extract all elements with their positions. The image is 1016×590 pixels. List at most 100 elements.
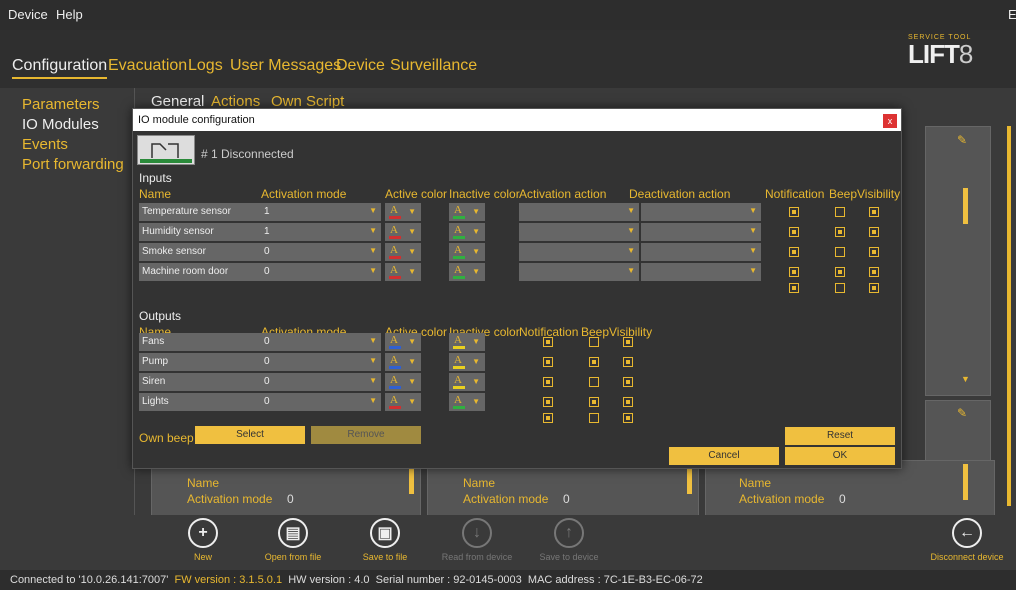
notif-checkbox[interactable] — [789, 267, 799, 277]
output-mode-select[interactable]: 0 ▼ — [261, 373, 381, 391]
output-mode-select[interactable]: 0 ▼ — [261, 333, 381, 351]
output-name-field[interactable]: Pump — [139, 353, 261, 371]
save-to-device-button[interactable]: ↑ Save to device — [524, 518, 614, 562]
beep-checkbox[interactable] — [589, 337, 599, 347]
read-from-device-button[interactable]: ↓ Read from device — [432, 518, 522, 562]
left-item-events[interactable]: Events — [22, 136, 68, 153]
vis-checkbox[interactable] — [869, 247, 879, 257]
activation-action-select[interactable]: ▼ — [519, 263, 639, 281]
active-color-picker[interactable]: A ▼ — [385, 353, 421, 371]
reset-button[interactable]: Reset — [785, 427, 895, 445]
beep-checkbox[interactable] — [589, 413, 599, 423]
left-item-parameters[interactable]: Parameters — [22, 96, 100, 113]
output-name-field[interactable]: Siren — [139, 373, 261, 391]
input-mode-select[interactable]: 0 ▼ — [261, 263, 381, 281]
output-mode-select[interactable]: 0 ▼ — [261, 353, 381, 371]
inactive-color-picker[interactable]: A ▼ — [449, 333, 485, 351]
vis-checkbox[interactable] — [869, 227, 879, 237]
ok-button[interactable]: OK — [785, 447, 895, 465]
notif-checkbox[interactable] — [789, 283, 799, 293]
notif-checkbox[interactable] — [543, 397, 553, 407]
activation-action-select[interactable]: ▼ — [519, 223, 639, 241]
beep-checkbox[interactable] — [835, 267, 845, 277]
beep-checkbox[interactable] — [589, 377, 599, 387]
vis-checkbox[interactable] — [869, 207, 879, 217]
deactivation-action-select[interactable]: ▼ — [641, 223, 761, 241]
input-mode-select[interactable]: 0 ▼ — [261, 243, 381, 261]
inactive-color-picker[interactable]: A ▼ — [449, 203, 485, 221]
beep-checkbox[interactable] — [589, 357, 599, 367]
beep-checkbox[interactable] — [835, 247, 845, 257]
vertical-scrollbar[interactable] — [1007, 126, 1011, 506]
notif-checkbox[interactable] — [543, 337, 553, 347]
left-item-port-forwarding[interactable]: Port forwarding — [22, 156, 124, 173]
active-color-picker[interactable]: A ▼ — [385, 243, 421, 261]
beep-checkbox[interactable] — [589, 397, 599, 407]
output-name-field[interactable]: Lights — [139, 393, 261, 411]
chevron-down-icon: ▼ — [472, 247, 480, 256]
left-item-io-modules[interactable]: IO Modules — [22, 116, 99, 133]
deactivation-action-select[interactable]: ▼ — [641, 263, 761, 281]
vis-checkbox[interactable] — [869, 283, 879, 293]
active-color-picker[interactable]: A ▼ — [385, 373, 421, 391]
input-name-field[interactable]: Humidity sensor — [139, 223, 261, 241]
inactive-color-picker[interactable]: A ▼ — [449, 353, 485, 371]
activation-action-select[interactable]: ▼ — [519, 203, 639, 221]
new-button[interactable]: + New — [158, 518, 248, 562]
inactive-color-picker[interactable]: A ▼ — [449, 393, 485, 411]
save-to-file-button[interactable]: ▣ Save to file — [340, 518, 430, 562]
menu-help[interactable]: Help — [56, 7, 83, 22]
tab-evacuation[interactable]: Evacuation — [108, 57, 187, 75]
remove-button[interactable]: Remove — [311, 426, 421, 444]
chevron-down-icon[interactable]: ▼ — [961, 374, 970, 384]
tab-logs[interactable]: Logs — [188, 57, 223, 75]
open-from-file-button[interactable]: ▤ Open from file — [248, 518, 338, 562]
output-name-field[interactable]: Fans — [139, 333, 261, 351]
input-name-field[interactable]: Temperature sensor — [139, 203, 261, 221]
vis-checkbox[interactable] — [623, 377, 633, 387]
vis-checkbox[interactable] — [869, 267, 879, 277]
active-color-picker[interactable]: A ▼ — [385, 203, 421, 221]
edit-icon[interactable]: ✎ — [957, 133, 967, 147]
tab-device[interactable]: Device — [336, 57, 385, 75]
active-color-picker[interactable]: A ▼ — [385, 393, 421, 411]
tab-user-messages[interactable]: User Messages — [230, 57, 341, 75]
tab-configuration[interactable]: Configuration — [12, 57, 108, 79]
inactive-color-picker[interactable]: A ▼ — [449, 263, 485, 281]
module-status: # 1 Disconnected — [201, 147, 294, 161]
notif-checkbox[interactable] — [543, 413, 553, 423]
notif-checkbox[interactable] — [789, 247, 799, 257]
active-color-picker[interactable]: A ▼ — [385, 223, 421, 241]
input-mode-select[interactable]: 1 ▼ — [261, 223, 381, 241]
notif-checkbox[interactable] — [543, 357, 553, 367]
beep-checkbox[interactable] — [835, 207, 845, 217]
menu-device[interactable]: Device — [8, 7, 48, 22]
active-color-picker[interactable]: A ▼ — [385, 263, 421, 281]
disconnect-device-button[interactable]: ← Disconnect device — [918, 518, 1016, 562]
deactivation-action-select[interactable]: ▼ — [641, 203, 761, 221]
input-name-field[interactable]: Machine room door — [139, 263, 261, 281]
input-mode-select[interactable]: 1 ▼ — [261, 203, 381, 221]
cancel-button[interactable]: Cancel — [669, 447, 779, 465]
input-name-field[interactable]: Smoke sensor — [139, 243, 261, 261]
notif-checkbox[interactable] — [543, 377, 553, 387]
close-icon[interactable]: x — [883, 114, 897, 128]
beep-checkbox[interactable] — [835, 227, 845, 237]
vis-checkbox[interactable] — [623, 357, 633, 367]
inactive-color-picker[interactable]: A ▼ — [449, 223, 485, 241]
inactive-color-picker[interactable]: A ▼ — [449, 243, 485, 261]
notif-checkbox[interactable] — [789, 207, 799, 217]
edit-icon-2[interactable]: ✎ — [957, 406, 967, 420]
beep-checkbox[interactable] — [835, 283, 845, 293]
vis-checkbox[interactable] — [623, 413, 633, 423]
active-color-picker[interactable]: A ▼ — [385, 333, 421, 351]
activation-action-select[interactable]: ▼ — [519, 243, 639, 261]
tab-surveillance[interactable]: Surveillance — [390, 57, 477, 75]
output-mode-select[interactable]: 0 ▼ — [261, 393, 381, 411]
inactive-color-picker[interactable]: A ▼ — [449, 373, 485, 391]
notif-checkbox[interactable] — [789, 227, 799, 237]
vis-checkbox[interactable] — [623, 397, 633, 407]
select-button[interactable]: Select — [195, 426, 305, 444]
deactivation-action-select[interactable]: ▼ — [641, 243, 761, 261]
vis-checkbox[interactable] — [623, 337, 633, 347]
